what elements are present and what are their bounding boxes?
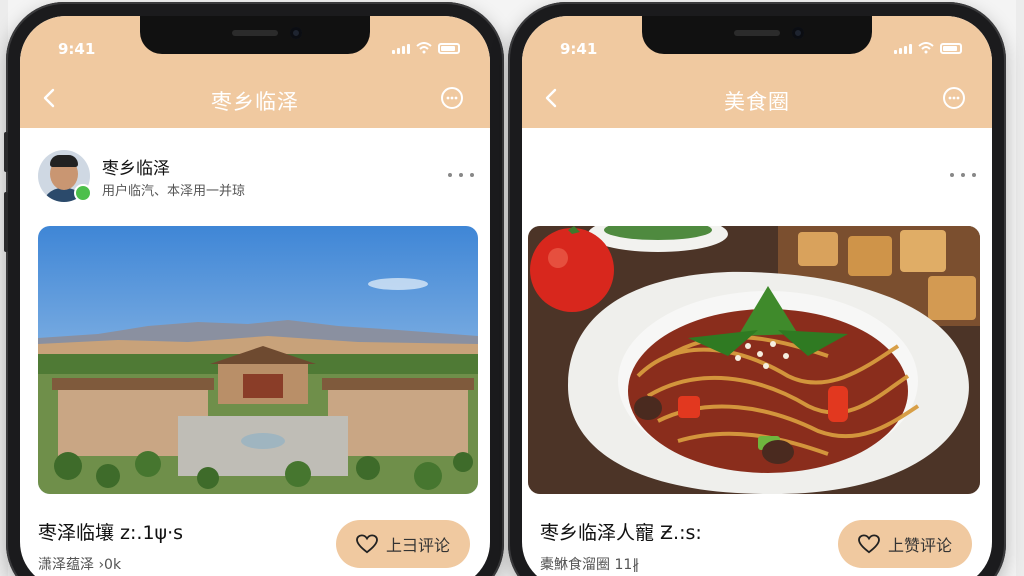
comment-button[interactable]: 上彐评论 xyxy=(336,520,470,568)
battery-icon xyxy=(940,43,962,54)
status-icons xyxy=(894,42,962,54)
post-caption: 枣泽临壤 z:.1ψ·s xyxy=(38,522,184,544)
wifi-icon xyxy=(416,42,432,54)
post-meta: 橐鮴食溜圈 11∦ xyxy=(540,557,640,573)
phone-frame-right: 9:41 美食圈 枣乡临泽人寵 Ƶ.:s: 橐鮴食溜圈 11∦ 上赞评论 xyxy=(508,2,1006,576)
comment-button-label: 上彐评论 xyxy=(385,536,450,555)
app-header: 9:41 枣乡临泽 xyxy=(20,16,490,128)
status-time: 9:41 xyxy=(560,40,598,58)
heart-icon xyxy=(858,534,880,554)
phone-frame-left: 9:41 枣乡临泽 枣乡临泽 用户临汽、本泽用一并琼 枣泽临壤 z:.1ψ·s … xyxy=(4,2,504,576)
post-photo-food[interactable] xyxy=(528,226,980,494)
phone-screen: 9:41 枣乡临泽 枣乡临泽 用户临汽、本泽用一并琼 枣泽临壤 z:.1ψ·s … xyxy=(20,16,490,576)
front-camera xyxy=(792,27,804,39)
more-circle-icon[interactable] xyxy=(440,86,464,110)
author-subtitle: 用户临汽、本泽用一并琼 xyxy=(102,184,246,199)
signal-icon xyxy=(392,44,410,54)
speaker xyxy=(734,30,780,36)
post-card: 枣乡临泽 用户临汽、本泽用一并琼 枣泽临壤 z:.1ψ·s 潇泽蕴泽 ›0k 上… xyxy=(20,128,490,576)
more-circle-icon[interactable] xyxy=(942,86,966,110)
wifi-icon xyxy=(918,42,934,54)
page-title: 枣乡临泽 xyxy=(211,90,299,114)
comment-button-label: 上赞评论 xyxy=(887,536,952,555)
heart-icon xyxy=(356,534,378,554)
post-meta: 潇泽蕴泽 ›0k xyxy=(38,557,122,573)
volume-button xyxy=(4,192,8,252)
app-header: 9:41 美食圈 xyxy=(522,16,992,128)
post-photo-landscape[interactable] xyxy=(38,226,478,494)
author-row[interactable]: 枣乡临泽 用户临汽、本泽用一并琼 xyxy=(38,150,418,202)
ellipsis-icon[interactable] xyxy=(448,170,474,180)
volume-button xyxy=(4,132,8,172)
background-right xyxy=(1016,0,1024,576)
comment-button[interactable]: 上赞评论 xyxy=(838,520,972,568)
phone-screen: 9:41 美食圈 枣乡临泽人寵 Ƶ.:s: 橐鮴食溜圈 11∦ 上赞评论 xyxy=(522,16,992,576)
notch xyxy=(140,16,370,54)
post-caption: 枣乡临泽人寵 Ƶ.:s: xyxy=(540,522,702,544)
speaker xyxy=(232,30,278,36)
author-name: 枣乡临泽 xyxy=(102,159,170,179)
front-camera xyxy=(290,27,302,39)
status-icons xyxy=(392,42,460,54)
wechat-badge-icon xyxy=(74,184,92,202)
notch xyxy=(642,16,872,54)
signal-icon xyxy=(894,44,912,54)
status-time: 9:41 xyxy=(58,40,96,58)
post-card: 枣乡临泽人寵 Ƶ.:s: 橐鮴食溜圈 11∦ 上赞评论 xyxy=(522,128,992,576)
ellipsis-icon[interactable] xyxy=(950,170,976,180)
battery-icon xyxy=(438,43,460,54)
page-title: 美食圈 xyxy=(724,90,790,114)
